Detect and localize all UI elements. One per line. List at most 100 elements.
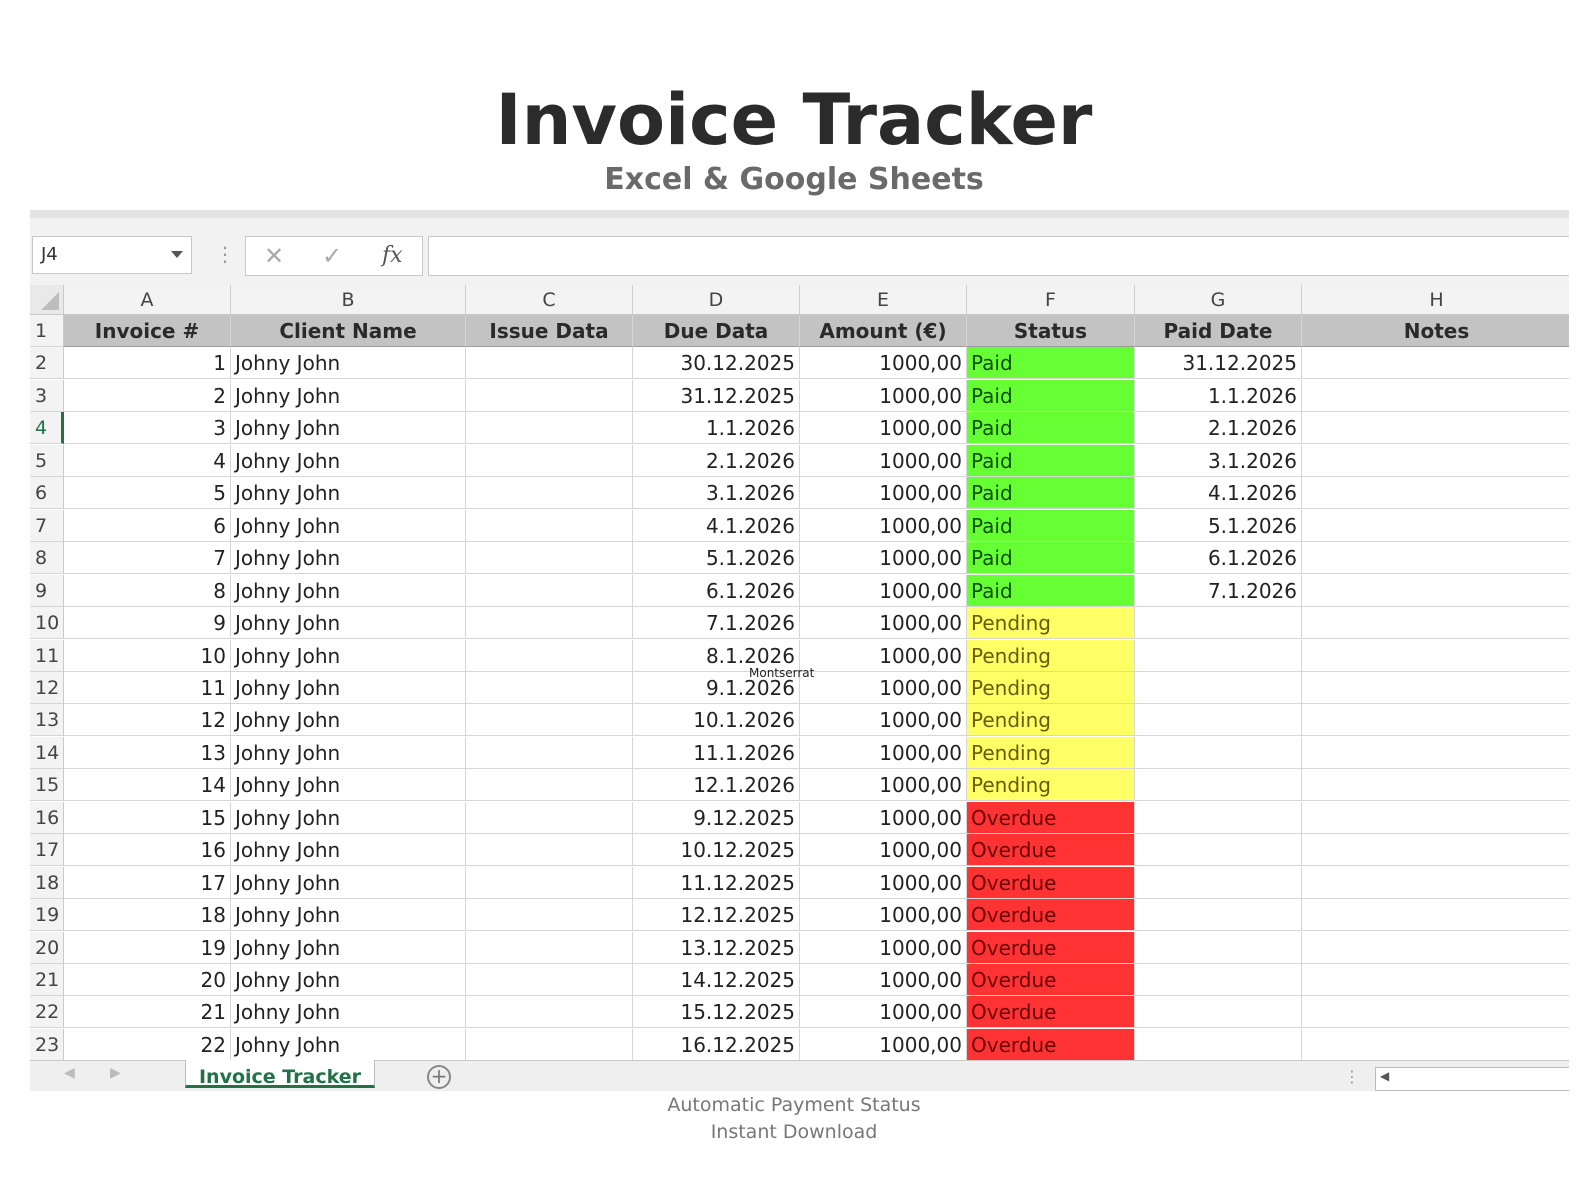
table-cell-inv[interactable]: 19 [64, 931, 231, 964]
table-cell-notes[interactable] [1302, 932, 1569, 964]
status-cell[interactable]: Overdue [967, 866, 1135, 899]
table-cell-paid[interactable] [1135, 1028, 1302, 1061]
row-header[interactable]: 17 [30, 834, 64, 867]
table-cell-inv[interactable]: 7 [64, 542, 231, 575]
table-cell-inv[interactable]: 16 [64, 834, 231, 867]
table-cell-inv[interactable]: 21 [64, 996, 231, 1029]
row-header[interactable]: 15 [30, 769, 64, 802]
table-cell-issue[interactable] [466, 769, 633, 802]
table-cell-inv[interactable]: 11 [64, 671, 231, 704]
status-cell[interactable]: Pending [967, 639, 1135, 672]
table-cell-paid[interactable] [1135, 801, 1302, 834]
table-cell-issue[interactable] [466, 347, 633, 380]
table-cell-paid[interactable]: 1.1.2026 [1135, 379, 1302, 412]
table-cell-inv[interactable]: 8 [64, 574, 231, 607]
table-cell-paid[interactable]: 2.1.2026 [1135, 412, 1302, 445]
table-cell-issue[interactable] [466, 444, 633, 477]
table-cell-inv[interactable]: 6 [64, 509, 231, 542]
table-cell-client[interactable]: Johny John [231, 347, 466, 380]
column-header-f[interactable]: F [967, 285, 1135, 315]
table-cell-issue[interactable] [466, 379, 633, 412]
horizontal-scrollbar[interactable]: ◀ [1375, 1067, 1569, 1091]
table-cell-due[interactable]: 16.12.2025 [633, 1028, 800, 1061]
table-cell-due[interactable]: 12.12.2025 [633, 899, 800, 932]
table-cell-due[interactable]: 10.12.2025 [633, 834, 800, 867]
table-cell-inv[interactable]: 2 [64, 379, 231, 412]
table-cell-notes[interactable] [1302, 704, 1569, 737]
table-cell-amount[interactable]: 1000,00 [800, 736, 967, 769]
table-cell-amount[interactable]: 1000,00 [800, 931, 967, 964]
status-cell[interactable]: Overdue [967, 801, 1135, 834]
table-cell-amount[interactable]: 1000,00 [800, 347, 967, 380]
row-header[interactable]: 2 [30, 347, 64, 380]
status-cell[interactable]: Overdue [967, 899, 1135, 932]
row-header[interactable]: 1 [30, 315, 64, 347]
scroll-left-icon[interactable]: ◀ [1380, 1069, 1389, 1083]
row-header[interactable]: 18 [30, 866, 64, 899]
status-cell[interactable]: Overdue [967, 996, 1135, 1029]
table-cell-paid[interactable] [1135, 736, 1302, 769]
table-cell-amount[interactable]: 1000,00 [800, 769, 967, 802]
status-cell[interactable]: Pending [967, 607, 1135, 640]
table-cell-notes[interactable] [1302, 737, 1569, 769]
row-header[interactable]: 7 [30, 509, 64, 542]
status-cell[interactable]: Overdue [967, 1028, 1135, 1061]
status-cell[interactable]: Paid [967, 347, 1135, 380]
table-cell-amount[interactable]: 1000,00 [800, 639, 967, 672]
table-cell-client[interactable]: Johny John [231, 574, 466, 607]
table-cell-due[interactable]: 4.1.2026 [633, 509, 800, 542]
table-cell-amount[interactable]: 1000,00 [800, 542, 967, 575]
table-cell-paid[interactable]: 3.1.2026 [1135, 444, 1302, 477]
table-cell-inv[interactable]: 9 [64, 607, 231, 640]
table-cell-issue[interactable] [466, 866, 633, 899]
table-cell-paid[interactable] [1135, 639, 1302, 672]
table-cell-paid[interactable]: 31.12.2025 [1135, 347, 1302, 380]
table-cell-due[interactable]: 14.12.2025 [633, 964, 800, 996]
table-cell-notes[interactable] [1302, 575, 1569, 607]
table-cell-amount[interactable]: 1000,00 [800, 412, 967, 445]
table-cell-notes[interactable] [1302, 802, 1569, 834]
table-cell-client[interactable]: Johny John [231, 801, 466, 834]
table-cell-paid[interactable] [1135, 996, 1302, 1029]
table-cell-inv[interactable]: 22 [64, 1028, 231, 1061]
column-header-e[interactable]: E [800, 285, 967, 315]
row-header[interactable]: 4 [30, 412, 64, 445]
table-cell-client[interactable]: Johny John [231, 964, 466, 996]
table-cell-paid[interactable] [1135, 607, 1302, 640]
table-cell-client[interactable]: Johny John [231, 379, 466, 412]
table-cell-issue[interactable] [466, 509, 633, 542]
table-cell-amount[interactable]: 1000,00 [800, 379, 967, 412]
table-cell-client[interactable]: Johny John [231, 542, 466, 575]
table-cell-notes[interactable] [1302, 445, 1569, 477]
table-cell-due[interactable]: 13.12.2025 [633, 931, 800, 964]
table-cell-paid[interactable] [1135, 866, 1302, 899]
table-cell-paid[interactable] [1135, 834, 1302, 867]
table-cell-issue[interactable] [466, 639, 633, 672]
status-cell[interactable]: Overdue [967, 964, 1135, 996]
table-cell-paid[interactable]: 7.1.2026 [1135, 574, 1302, 607]
table-cell-issue[interactable] [466, 996, 633, 1029]
table-cell-due[interactable]: 9.12.2025 [633, 801, 800, 834]
table-cell-inv[interactable]: 15 [64, 801, 231, 834]
table-cell-inv[interactable]: 10 [64, 639, 231, 672]
status-cell[interactable]: Paid [967, 444, 1135, 477]
formula-input[interactable] [428, 236, 1569, 276]
table-cell-due[interactable]: 15.12.2025 [633, 996, 800, 1029]
table-cell-due[interactable]: 3.1.2026 [633, 477, 800, 510]
status-cell[interactable]: Paid [967, 477, 1135, 510]
table-cell-inv[interactable]: 1 [64, 347, 231, 380]
table-header-cell[interactable]: Issue Data [466, 315, 633, 347]
table-cell-paid[interactable] [1135, 769, 1302, 802]
table-cell-issue[interactable] [466, 899, 633, 932]
status-cell[interactable]: Pending [967, 704, 1135, 737]
table-cell-notes[interactable] [1302, 477, 1569, 510]
status-cell[interactable]: Overdue [967, 931, 1135, 964]
table-cell-amount[interactable]: 1000,00 [800, 964, 967, 996]
status-cell[interactable]: Pending [967, 736, 1135, 769]
table-cell-inv[interactable]: 12 [64, 704, 231, 737]
status-cell[interactable]: Paid [967, 379, 1135, 412]
status-cell[interactable]: Paid [967, 574, 1135, 607]
table-cell-amount[interactable]: 1000,00 [800, 574, 967, 607]
table-cell-issue[interactable] [466, 704, 633, 737]
table-cell-issue[interactable] [466, 671, 633, 704]
